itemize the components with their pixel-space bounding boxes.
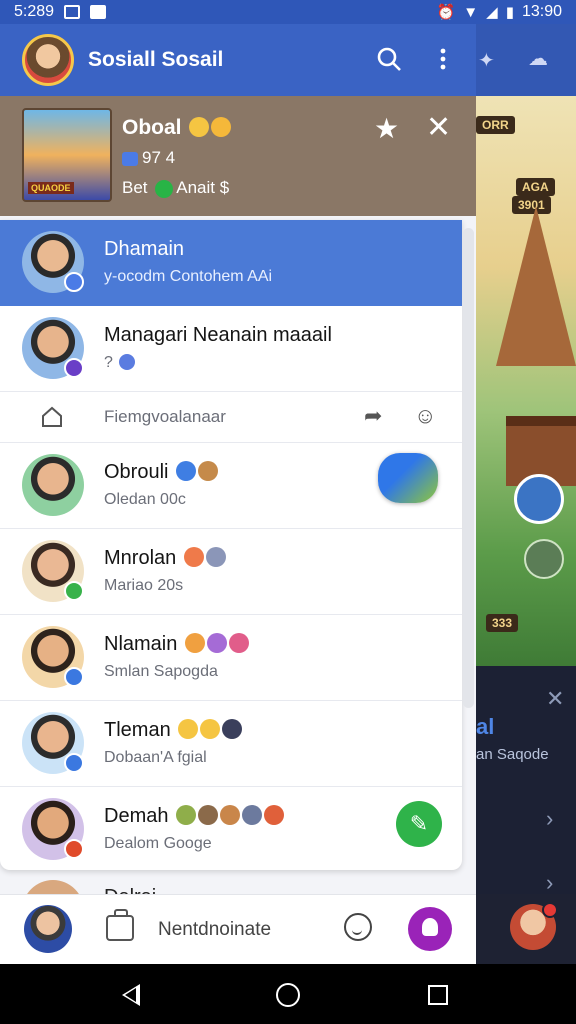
emoji-icon[interactable] <box>344 913 372 941</box>
more-vert-icon[interactable] <box>438 46 448 77</box>
back-icon[interactable] <box>122 984 140 1006</box>
background-app-toolbar: ✦ ☁ <box>476 24 576 96</box>
chat-row[interactable]: Tleman Dobaan'A fgial <box>0 701 462 787</box>
drawer-header: Sosiall Sosail <box>0 24 476 96</box>
quick-action-label: Fiemgvoalanaar <box>104 407 226 426</box>
online-badge-icon <box>64 581 84 601</box>
circle-home-icon[interactable] <box>276 983 300 1007</box>
forward-icon[interactable]: ➦ <box>364 403 382 429</box>
background-title: al <box>476 714 495 739</box>
search-icon[interactable] <box>376 46 402 77</box>
home-icon[interactable] <box>40 405 64 429</box>
status-badge-icon <box>64 839 84 859</box>
status-time-left: 5:289 <box>14 3 55 20</box>
chat-name: Mnrolan <box>104 547 226 570</box>
chevron-right-icon-2[interactable]: › <box>546 870 553 894</box>
chat-name: Dhamain <box>104 238 185 260</box>
my-avatar[interactable] <box>24 905 72 953</box>
chat-preview: y-ocodm Contohem AAi <box>104 268 273 285</box>
game-thumbnail: QUAODE <box>22 108 112 202</box>
chevron-right-icon[interactable]: › <box>546 806 553 832</box>
chat-preview: Smlan Sapogda <box>104 663 218 680</box>
pin-icon: ✦ <box>478 50 495 72</box>
chat-name: Tleman <box>104 719 243 742</box>
chat-name: Managari Neanain maaail <box>104 324 332 346</box>
signal-icon: ◢ <box>486 3 498 21</box>
game-tag-top: ORR <box>476 116 515 134</box>
chat-preview: ? <box>104 354 136 372</box>
chat-row[interactable]: Nlamain Smlan Sapogda <box>0 615 462 701</box>
recents-icon[interactable] <box>428 985 448 1005</box>
mountain-shape <box>496 206 576 366</box>
game-tag-bottom: 333 <box>486 614 519 632</box>
person-icon[interactable] <box>408 907 452 951</box>
notification-icon-2 <box>90 5 107 19</box>
scrollbar[interactable] <box>463 228 474 708</box>
wifi-icon: ▼ <box>463 3 479 21</box>
chat-row[interactable]: Managari Neanain maaail ? <box>0 306 462 392</box>
cloud-icon: ☁ <box>528 48 548 70</box>
close-icon[interactable]: ✕ <box>546 686 564 712</box>
chat-row[interactable]: Obrouli Oledan 00c <box>0 443 462 529</box>
chat-list: Dhamain y-ocodm Contohem AAi Managari Ne… <box>0 220 462 870</box>
game-action-button[interactable] <box>514 474 564 524</box>
navigation-bar <box>0 964 576 1024</box>
message-icon[interactable] <box>378 453 438 503</box>
chat-preview: Mariao 20s <box>104 577 184 594</box>
notification-icon <box>64 5 81 19</box>
star-icon[interactable]: ★ <box>374 112 399 145</box>
battery-icon: ▮ <box>505 3 514 21</box>
chat-preview: Dobaan'A fgial <box>104 749 207 766</box>
avatar <box>22 454 84 516</box>
chat-name: Obrouli <box>104 461 219 484</box>
bottom-bar-label[interactable]: Nentdnoinate <box>158 919 271 941</box>
chat-row[interactable]: Dhamain y-ocodm Contohem AAi <box>0 220 462 306</box>
verified-badge-icon <box>64 358 84 378</box>
game-subline-1: 97 4 <box>122 148 175 168</box>
alarm-icon: ⏰ <box>436 3 456 21</box>
background-avatar[interactable] <box>510 902 558 950</box>
game-secondary-button[interactable] <box>524 539 564 579</box>
app-title: Sosiall Sosail <box>88 48 224 71</box>
briefcase-icon[interactable] <box>106 909 134 941</box>
game-notification-card[interactable]: QUAODE Oboal 97 4 Bet Anait $ ★ ✕ <box>0 96 476 216</box>
verified-badge-icon <box>64 667 84 687</box>
background-game-scene: ORR AGA 3901 333 <box>476 96 576 666</box>
chat-preview: Oledan 00c <box>104 491 186 508</box>
status-time-right: 13:90 <box>521 3 562 20</box>
chat-preview: Dealom Googe <box>104 835 212 852</box>
chat-name: Demah <box>104 805 285 828</box>
game-thumbnail-label: QUAODE <box>28 182 74 194</box>
game-subline-2: Bet Anait $ <box>122 178 230 198</box>
bottom-bar: Nentdnoinate <box>0 894 476 964</box>
close-icon[interactable]: ✕ <box>426 110 451 145</box>
game-tag-mid: AGA <box>516 178 555 196</box>
chat-row[interactable]: Mnrolan Mariao 20s <box>0 529 462 615</box>
status-bar: 5:289 ⏰ ▼ ◢ ▮ 13:90 <box>0 0 576 24</box>
background-dark-panel: ✕ al an Saqode › › <box>476 666 576 894</box>
quick-action-row[interactable]: Fiemgvoalanaar ➦ ☺ <box>0 393 462 443</box>
game-title: Oboal <box>122 116 232 140</box>
drawer-panel: Sosiall Sosail QUAODE Oboal 97 4 Bet Ana… <box>0 24 476 964</box>
background-app: ✦ ☁ ORR AGA 3901 333 ✕ al an Saqode › › <box>476 24 576 894</box>
chat-name: Nlamain <box>104 633 249 656</box>
profile-avatar[interactable] <box>22 34 74 86</box>
verified-badge-icon <box>64 753 84 773</box>
verified-badge-icon <box>64 272 84 292</box>
background-subtitle: an Saqode <box>476 746 549 763</box>
emoji-icon[interactable]: ☺ <box>414 403 436 429</box>
chat-row[interactable]: Demah Dealom Googe ✎ <box>0 787 462 870</box>
compose-message-icon[interactable]: ✎ <box>396 801 442 847</box>
